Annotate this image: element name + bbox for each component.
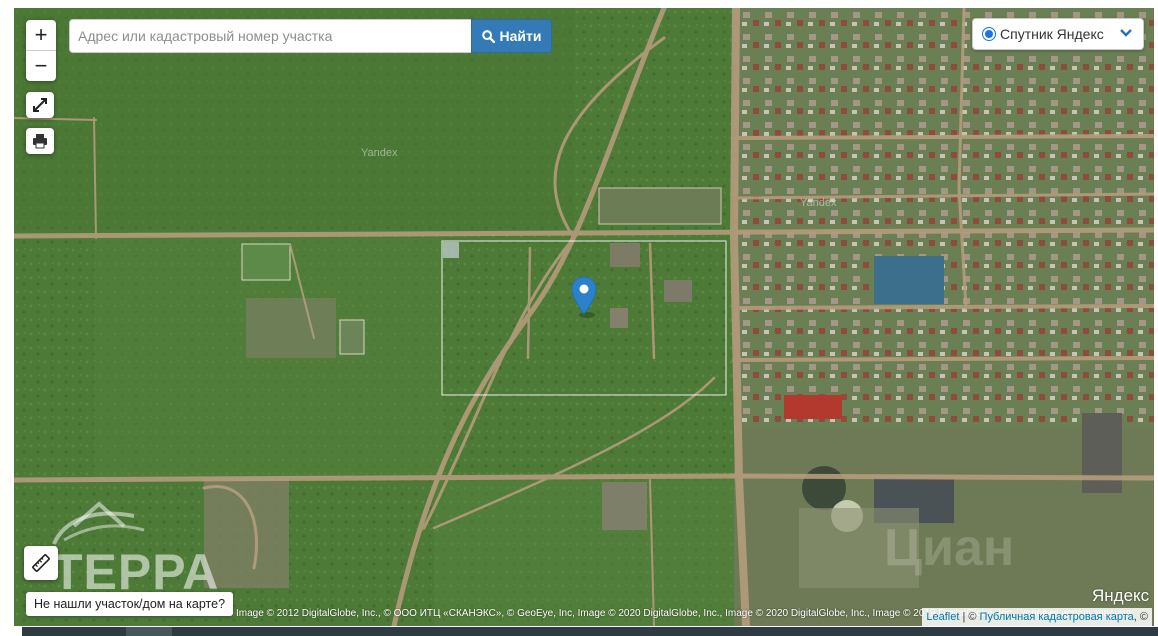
bottom-tab[interactable] — [126, 627, 172, 636]
satellite-map[interactable]: Yandex Yandex Циан ТЕРРА Яндекс + − Адре… — [14, 8, 1154, 626]
radio-selected-icon — [982, 27, 996, 41]
yandex-watermark: Yandex — [361, 147, 398, 159]
parcel-thumbnail — [443, 242, 459, 258]
attribution-suffix: , © — [1133, 611, 1148, 623]
yandex-watermark: Yandex — [800, 197, 837, 209]
map-attribution: Leaflet | © Публичная кадастровая карта,… — [922, 608, 1152, 626]
zoom-control: + − — [26, 20, 56, 81]
ruler-icon — [32, 554, 50, 572]
search-icon — [481, 29, 495, 43]
layer-select-value: Спутник Яндекс — [1000, 26, 1104, 42]
zoom-out-button[interactable]: − — [26, 51, 56, 81]
not-found-link[interactable]: Не нашли участок/дом на карте? — [26, 592, 234, 616]
search-button-label: Найти — [499, 28, 542, 44]
zoom-in-button[interactable]: + — [26, 20, 56, 51]
print-icon — [33, 134, 47, 149]
cadastral-map-link[interactable]: Публичная кадастровая карта — [980, 611, 1134, 623]
map-app: Yandex Yandex Циан ТЕРРА Яндекс + − Адре… — [0, 0, 1158, 636]
leaflet-link[interactable]: Leaflet — [926, 611, 959, 623]
fullscreen-button[interactable] — [26, 92, 54, 118]
search-input[interactable] — [69, 19, 472, 53]
ruler-button[interactable] — [24, 546, 58, 580]
bottom-bar — [22, 627, 1158, 636]
print-button[interactable] — [26, 128, 54, 154]
chevron-down-icon — [1120, 29, 1132, 37]
attribution-separator: | © — [959, 611, 980, 623]
fullscreen-icon — [33, 98, 47, 112]
map-marker-icon[interactable] — [571, 276, 597, 318]
search-button[interactable]: Найти — [471, 19, 552, 53]
sponsor-watermark: Циан — [884, 519, 1015, 577]
terra-logo-icon — [52, 501, 145, 545]
yandex-logo: Яндекс — [1092, 586, 1150, 605]
map-layer-select[interactable]: Спутник Яндекс — [972, 18, 1144, 50]
